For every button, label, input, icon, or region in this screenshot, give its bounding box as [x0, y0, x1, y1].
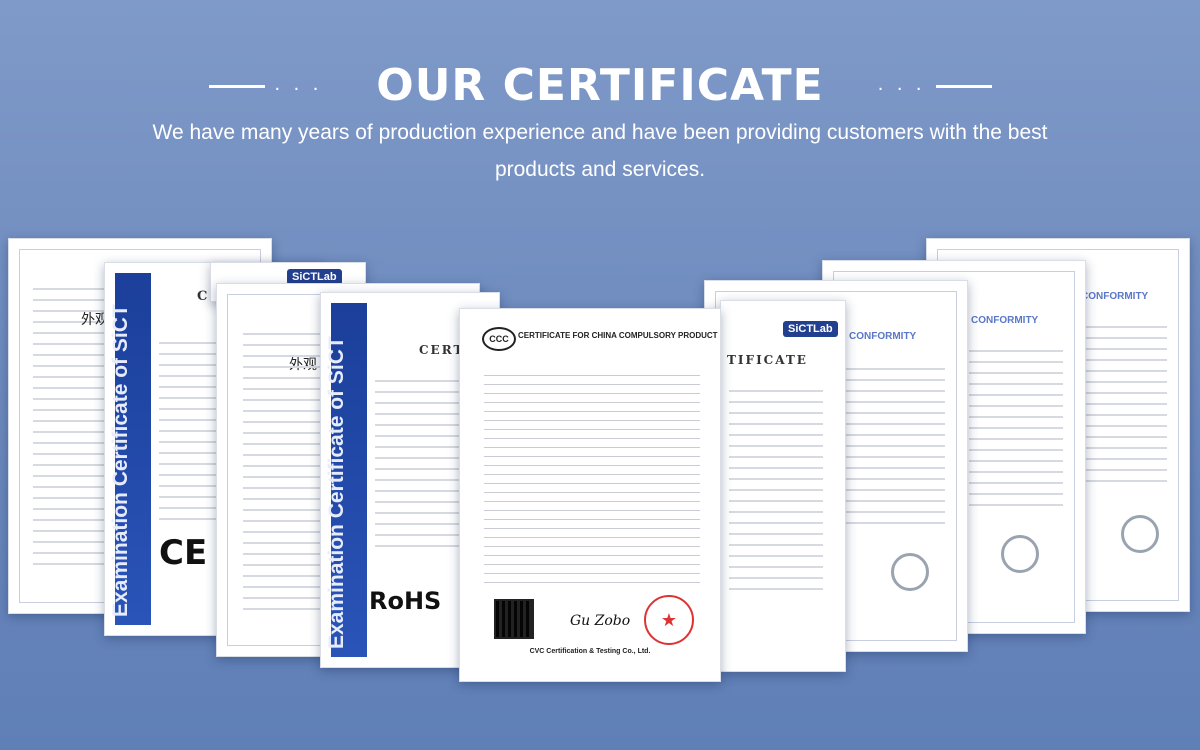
lc-seal: [1001, 535, 1039, 573]
certificate-vertical-title: Examination Certificate of SiCT: [325, 336, 348, 649]
decoration-line: [208, 84, 265, 88]
decoration-line: [935, 84, 992, 88]
decoration-dots: . . .: [274, 73, 323, 95]
qr-code-icon: [494, 599, 534, 639]
certificate-heading: TIFICATE: [727, 353, 808, 367]
certificate-text-lines: [1077, 317, 1167, 491]
signature: Gu Zobo: [570, 613, 631, 629]
certificate-text-lines: [845, 359, 945, 531]
ccc-certificate: CCC CERTIFICATE FOR CHINA COMPULSORY PRO…: [459, 308, 721, 682]
title-decoration-right: . . .: [868, 73, 992, 95]
sictlab-badge: SiCTLab: [783, 321, 838, 337]
certificate-card: SiCTLab TIFICATE: [720, 300, 846, 672]
page-subtitle: We have many years of production experie…: [152, 121, 1048, 181]
certificate-heading: CERT: [419, 343, 465, 357]
decoration-dots: . . .: [877, 73, 926, 95]
certificate-heading: CONFORMITY: [849, 331, 917, 342]
rohs-mark: RoHS: [369, 587, 442, 615]
page-title: OUR CERTIFICATE: [376, 60, 824, 111]
ccc-footer: CVC Certification & Testing Co., Ltd.: [529, 648, 651, 655]
ce-mark: CE: [159, 533, 208, 573]
lc-seal: [891, 553, 929, 591]
certificate-heading: CONFORMITY: [1081, 291, 1149, 302]
lc-seal: [1121, 515, 1159, 553]
title-decoration-left: . . .: [208, 73, 333, 95]
certificate-vertical-title: Examination Certificate of SiCT: [109, 304, 132, 617]
title-row: . . . OUR CERTIFICATE . . .: [0, 58, 1200, 114]
ccc-title: CERTIFICATE FOR CHINA COMPULSORY PRODUCT…: [518, 331, 720, 340]
red-seal-stamp: ★: [644, 595, 694, 645]
certificate-text-lines: [729, 381, 823, 591]
certificate-heading: CONFORMITY: [971, 315, 1039, 326]
certificate-text-lines: [969, 341, 1063, 513]
certificate-text-lines: [484, 367, 700, 591]
ccc-logo: CCC: [482, 327, 516, 351]
header: . . . OUR CERTIFICATE . . . We have many…: [0, 0, 1200, 200]
